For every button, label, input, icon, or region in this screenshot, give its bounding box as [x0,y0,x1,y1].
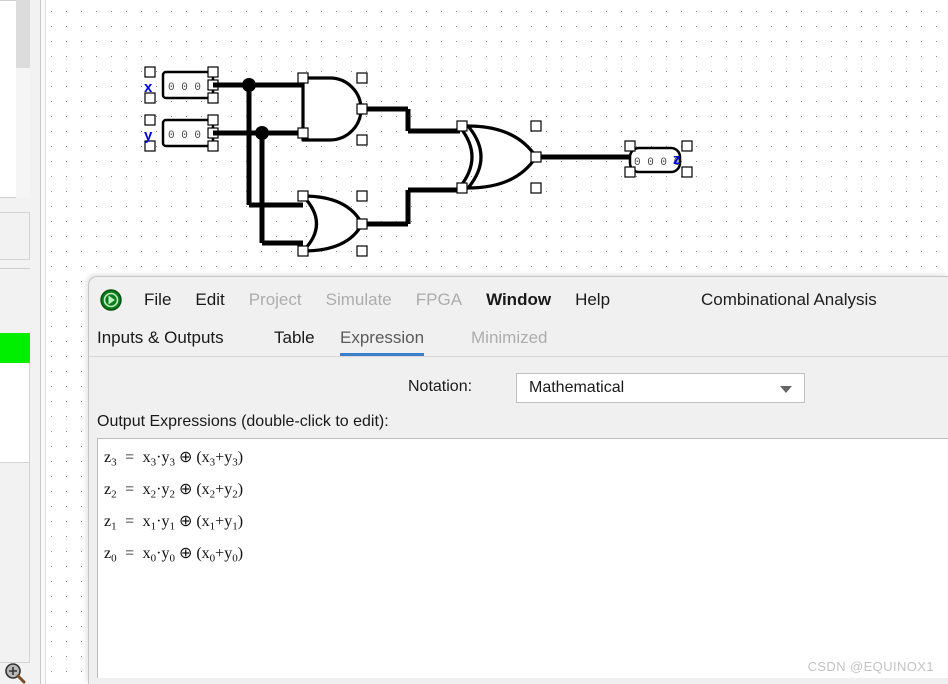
logisim-icon [100,289,122,311]
tab-expression-label: Expression [340,328,425,347]
tab-table[interactable]: Table [274,323,315,359]
expression-lhs: z1 [104,513,117,533]
expression-lhs: z0 [104,545,117,565]
sidebar-selected-item[interactable] [0,333,30,363]
menu-file[interactable]: File [134,290,181,310]
notation-value: Mathematical [529,379,625,396]
expression-lhs: z3 [104,449,117,469]
watermark: CSDN @EQUINOX1 [807,659,934,674]
tab-inputs-outputs[interactable]: Inputs & Outputs [97,323,224,359]
app-root: 0 0 0 0 0 0 0 0 0 0 0 0 x y z File Edit … [0,0,948,684]
expression-equals: = [125,545,135,562]
input-pin-y-label: y [144,127,153,144]
menu-project: Project [248,290,302,309]
menu-window[interactable]: Window [476,290,561,310]
menu-fpga: FPGA [415,290,463,309]
expression-equals: = [125,449,135,466]
expression-rhs: x0·y0 ⊕ (x0+y0) [142,545,244,565]
output-expressions-heading: Output Expressions (double-click to edit… [97,413,389,430]
output-expressions-box[interactable]: z3 = x3·y3 ⊕ (x3+y3) z2 = x2·y2 ⊕ (x2+y2) z1… [97,438,948,678]
input-pin-x-label: x [144,79,153,96]
sidebar-list-panel[interactable] [0,363,30,463]
notation-row: Notation: Mathematical [89,373,948,407]
window-title: Combinational Analysis [701,290,877,309]
menu-simulate: Simulate [325,290,392,309]
expression-lhs: z2 [104,481,117,501]
menu-help[interactable]: Help [565,290,620,310]
tab-bar: Inputs & Outputs Table Expression Minimi… [89,323,948,359]
chevron-down-icon [780,386,792,393]
magnifier-plus-icon[interactable] [4,662,26,684]
expression-row[interactable]: z2 = x2·y2 ⊕ (x2+y2) [104,479,243,500]
expression-row[interactable]: z1 = x1·y1 ⊕ (x1+y1) [104,511,243,532]
menu-edit[interactable]: Edit [185,290,234,310]
expression-rhs: x2·y2 ⊕ (x2+y2) [142,481,244,501]
expression-rhs: x1·y1 ⊕ (x1+y1) [142,513,244,533]
expression-equals: = [125,513,135,530]
expression-rhs: x3·y3 ⊕ (x3+y3) [142,449,244,469]
left-sidebar [0,0,41,684]
output-pin-z-label: z [673,151,681,168]
tab-expression[interactable]: Expression [340,323,425,359]
expression-equals: = [125,481,135,498]
expression-row[interactable]: z0 = x0·y0 ⊕ (x0+y0) [104,543,243,564]
sidebar-divider [0,268,30,269]
expression-row[interactable]: z3 = x3·y3 ⊕ (x3+y3) [104,447,243,468]
sidebar-attribute-panel[interactable] [0,212,30,260]
notation-select[interactable]: Mathematical [516,373,805,403]
notation-label: Notation: [408,378,473,395]
tab-minimized[interactable]: Minimized [471,323,548,359]
tab-bar-baseline [89,356,948,357]
combinational-analysis-window: File Edit Project Simulate FPGA Window H… [88,276,948,684]
sidebar-scrollbar-thumb[interactable] [16,0,30,68]
sidebar-lower-panel[interactable] [0,463,30,663]
